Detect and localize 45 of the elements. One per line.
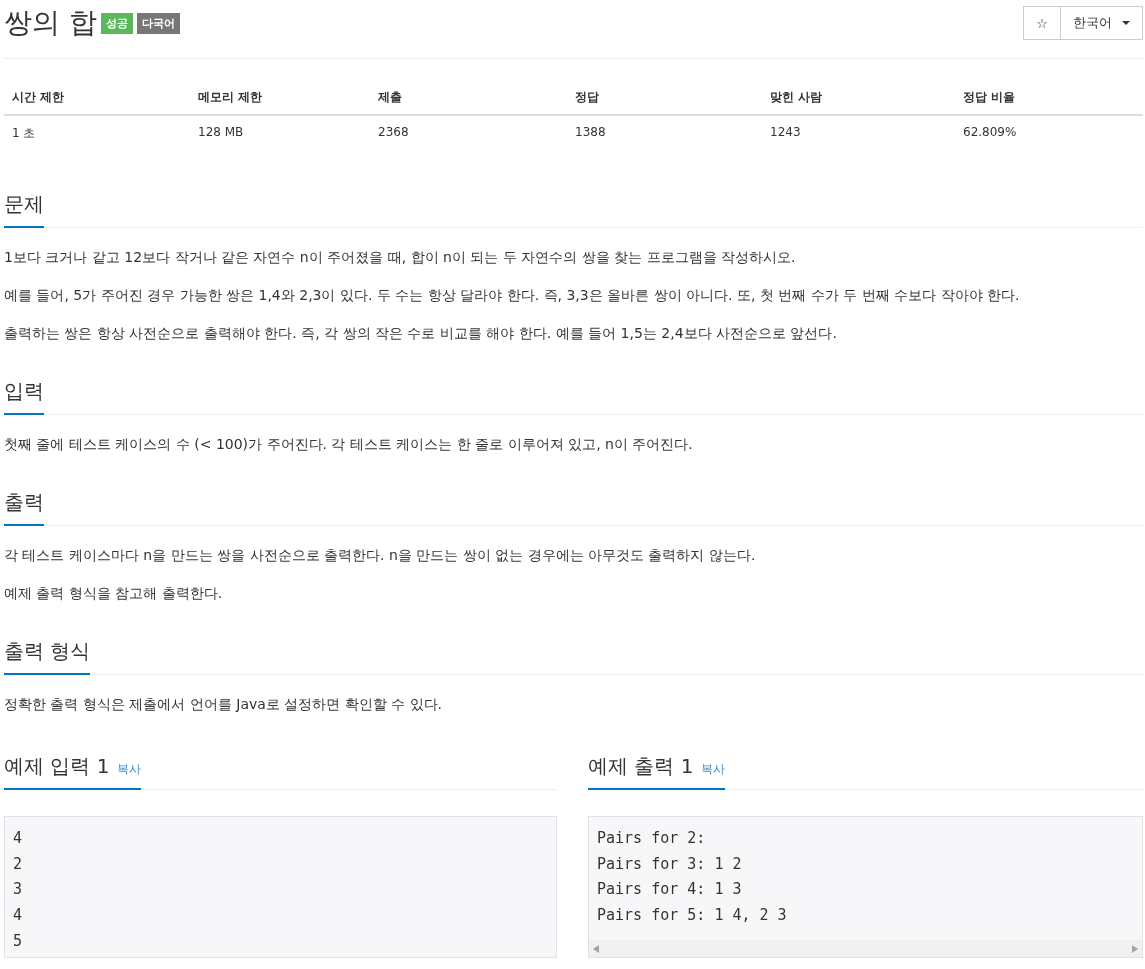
table-header: 맞힌 사람 (762, 81, 955, 116)
section-heading: 출력 형식 (4, 638, 91, 675)
paragraph: 정확한 출력 형식은 제출에서 언어를 Java로 설정하면 확인할 수 있다. (4, 695, 444, 713)
table-header: 메모리 제한 (190, 81, 370, 116)
paragraph: 첫째 줄에 테스트 케이스의 수 (< 100)가 주어진다. 각 테스트 케이스는 한 줄로 이루어져 있고, n이 주어진다. (4, 435, 694, 453)
code-line: 2 (13, 853, 24, 875)
sample-heading: 예제 출력 1 (588, 753, 694, 780)
status-label: 성공 (100, 12, 133, 34)
section-heading: 출력 (4, 489, 44, 526)
table-cell-text: 1388 (574, 124, 607, 141)
table-cell-text: 128 MB (197, 124, 245, 141)
code-line: 5 (13, 930, 24, 952)
sample-heading: 예제 입력 1 (4, 753, 110, 780)
code-line: Pairs for 4: 1 3 (597, 879, 743, 901)
code-line: 4 (13, 828, 24, 849)
table-cell-text: 2368 (377, 124, 410, 141)
copy-link[interactable]: 복사 (701, 761, 726, 778)
paragraph: 예를 들어, 5가 주어진 경우 가능한 쌍은 1,4와 2,3이 있다. 두 수는 항상 달라야 한다. 즉, 3,3은 올바른 쌍이 아니다. 또, 첫 번째 수가 두 번째 수보다 작아야 한다. (4, 286, 1021, 304)
code-line: 4 (13, 905, 24, 927)
code-line: 3 (13, 879, 24, 901)
code-line: Pairs for 3: 1 2 (597, 853, 743, 875)
table-header: 시간 제한 (4, 81, 190, 116)
copy-link[interactable]: 복사 (117, 761, 142, 778)
code-line: Pairs for 5: 1 4, 2 3 (597, 905, 788, 927)
paragraph: 1보다 크거나 같고 12보다 작거나 같은 자연수 n이 주어졌을 때, 합이 n이 되는 두 자연수의 쌍을 찾는 프로그램을 작성하시오. (4, 248, 797, 266)
star-button[interactable]: ☆ (1023, 6, 1061, 40)
paragraph: 예제 출력 형식을 참고해 출력한다. (4, 584, 224, 602)
section-heading: 입력 (4, 378, 44, 415)
paragraph: 출력하는 쌍은 항상 사전순으로 출력해야 한다. 즉, 각 쌍의 작은 수로 비교를 해야 한다. 예를 들어 1,5는 2,4보다 사전순으로 앞선다. (4, 324, 838, 342)
section-heading: 문제 (4, 191, 44, 228)
table-cell-text: 1243 (769, 124, 802, 141)
status-label: 다국어 (136, 12, 180, 34)
table-header: 정답 (567, 81, 762, 116)
scroll-left-icon[interactable] (593, 944, 599, 953)
table-header: 제출 (370, 81, 567, 116)
scroll-right-icon[interactable] (1132, 944, 1138, 953)
table-cell-text: 1 초 (11, 125, 37, 142)
horizontal-scrollbar[interactable] (589, 940, 1142, 957)
table-header: 정답 비율 (955, 81, 1143, 116)
table-cell-text: 62.809% (962, 124, 1018, 141)
problem-title: 쌍의 합 (4, 5, 97, 41)
language-dropdown[interactable]: 한국어 (1060, 6, 1143, 40)
caret-icon (1122, 21, 1130, 25)
paragraph: 각 테스트 케이스마다 n을 만드는 쌍을 사전순으로 출력한다. n을 만드는 쌍이 없는 경우에는 아무것도 출력하지 않는다. (4, 546, 757, 564)
code-line: Pairs for 2: (597, 828, 707, 849)
